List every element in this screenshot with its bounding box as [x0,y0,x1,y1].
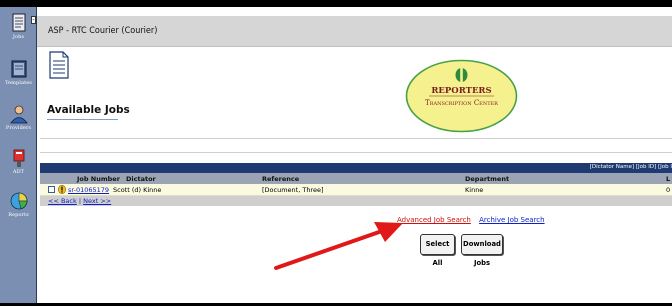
next-link[interactable]: Next >> [83,197,111,205]
templates-icon [11,60,26,78]
adt-icon [13,149,24,167]
divider [40,152,672,153]
search-links: Advanced Job Search Archive Job Search [397,216,551,224]
sidebar-item-label: Jobs [12,34,25,40]
reports-icon [10,192,27,210]
providers-icon [9,105,28,124]
sidebar-item-reports[interactable]: Reports [0,191,37,218]
row-checkbox[interactable] [48,186,55,193]
column-header-dictator[interactable]: Dictator [126,175,156,183]
logo-line-2: Transcription Center [425,99,498,107]
warning-icon [58,185,66,194]
app-title-bar: ASP - RTC Courier (Courier) [37,16,672,47]
divider [40,138,672,139]
job-number-link[interactable]: sr-01065179 [68,186,109,194]
app-title: ASP - RTC Courier (Courier) [48,26,158,36]
archive-job-search-link[interactable]: Archive Job Search [479,216,544,224]
column-header-job-number[interactable]: Job Number [77,175,120,183]
select-all-button[interactable]: Select All [420,234,455,267]
department-cell: Kinne [465,186,484,194]
sort-links[interactable]: [Dictator Name] [Job ID] [Job I [590,164,672,170]
page-title: Available Jobs [47,104,130,116]
annotation-arrow [274,222,403,270]
sidebar-item-label: Providers [5,125,32,131]
grid-sort-bar: [Dictator Name] [Job ID] [Job I [40,163,672,173]
sidebar: - Jobs Templates Providers ADT Reports [0,7,37,303]
sidebar-item-providers[interactable]: Providers [0,104,37,131]
l-cell: 0 [666,186,671,194]
pager-separator: | [78,197,82,205]
sidebar-item-label: ADT [12,169,25,175]
title-underline [47,119,118,120]
grid-pager: << Back | Next >> [40,196,672,206]
jobs-icon [12,13,25,32]
sidebar-item-adt[interactable]: ADT [0,148,37,175]
dictator-cell: Scott (d) Kinne [113,186,162,194]
grid-header-row: Job Number Dictator Reference Department… [40,173,672,184]
reference-cell: [Document, Three] [262,186,324,194]
sidebar-item-label: Templates [5,80,32,86]
sidebar-item-label: Reports [8,212,29,218]
pager-links: << Back | Next >> [48,197,111,205]
sidebar-item-templates[interactable]: Templates [0,59,37,86]
logo-line-1: Reporters [431,86,491,96]
sidebar-item-jobs[interactable]: Jobs [0,13,37,40]
column-header-department[interactable]: Department [465,175,509,183]
screen-top-border [0,0,672,7]
download-jobs-button[interactable]: Download Jobs [461,234,503,267]
document-icon [49,51,69,79]
company-logo: Reporters Transcription Center [405,59,518,133]
table-row[interactable]: sr-01065179 Scott (d) Kinne [Document, T… [40,184,672,196]
column-header-reference[interactable]: Reference [262,175,299,183]
column-header-l[interactable]: L [666,175,670,183]
back-link[interactable]: << Back [48,197,77,205]
